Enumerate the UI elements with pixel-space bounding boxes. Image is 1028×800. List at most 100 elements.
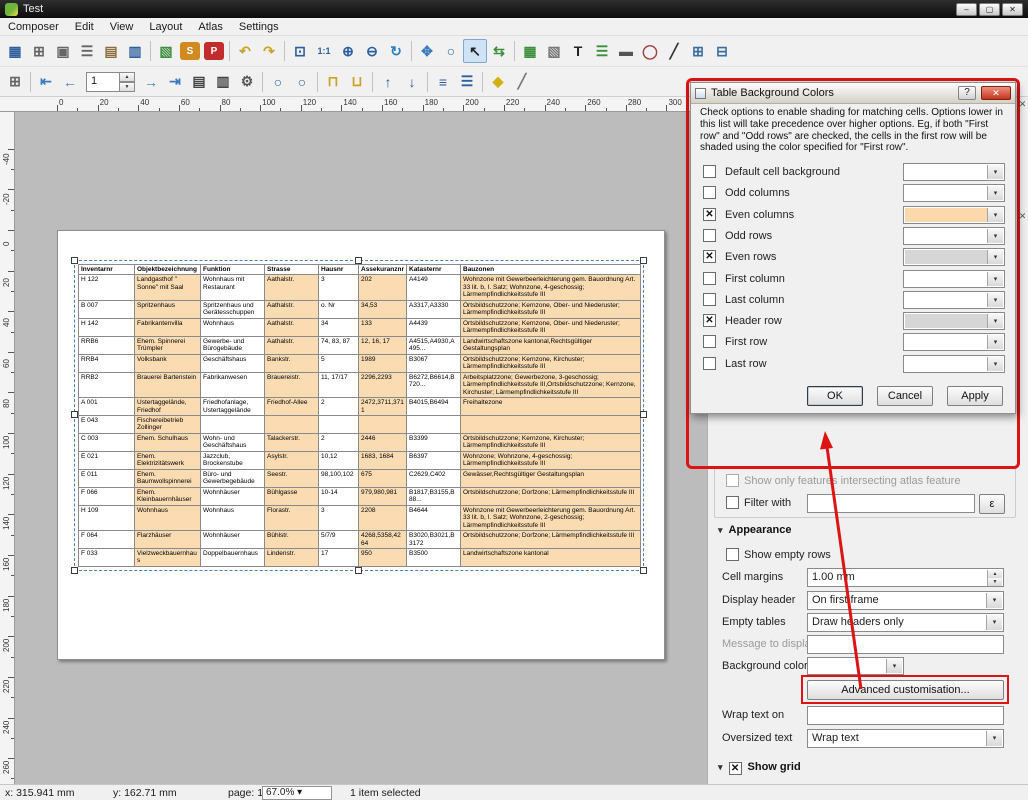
- distribute-items-icon[interactable]: ☰: [455, 70, 479, 94]
- undo-icon[interactable]: ↶: [233, 39, 257, 63]
- add-scalebar-icon[interactable]: ▬: [614, 39, 638, 63]
- selection-handle[interactable]: [640, 257, 647, 264]
- background-color-dropdown[interactable]: [807, 657, 904, 675]
- default-cell-background-color-dropdown[interactable]: [903, 163, 1005, 181]
- last-row-color-dropdown[interactable]: [903, 355, 1005, 373]
- last-column-color-dropdown[interactable]: [903, 291, 1005, 309]
- cell-margins-spinbox[interactable]: 1.00 mm: [807, 568, 1004, 587]
- appearance-section-header[interactable]: Appearance: [718, 524, 792, 536]
- last-column-checkbox[interactable]: [703, 293, 716, 306]
- attribute-table-item[interactable]: InventarnrObjektbezeichnungFunktionStras…: [78, 264, 640, 567]
- odd-columns-checkbox[interactable]: [703, 186, 716, 199]
- first-row-checkbox[interactable]: [703, 335, 716, 348]
- unlock-all-items-icon[interactable]: ⊔: [345, 70, 369, 94]
- menu-settings[interactable]: Settings: [231, 20, 287, 34]
- dropdown-arrow-icon[interactable]: [987, 208, 1003, 222]
- header-row-checkbox[interactable]: [703, 314, 716, 327]
- selection-handle[interactable]: [355, 257, 362, 264]
- composition-page[interactable]: InventarnrObjektbezeichnungFunktionStras…: [57, 230, 665, 660]
- ok-button[interactable]: OK: [807, 386, 863, 406]
- dropdown-arrow-icon[interactable]: [987, 314, 1003, 328]
- menu-atlas[interactable]: Atlas: [190, 20, 230, 34]
- selection-handle[interactable]: [640, 411, 647, 418]
- dialog-help-button[interactable]: ?: [958, 86, 976, 100]
- set-pages-icon[interactable]: ⊞: [3, 70, 27, 94]
- even-rows-color-dropdown[interactable]: [903, 248, 1005, 266]
- add-html-frame-icon[interactable]: ⊟: [710, 39, 734, 63]
- spin-buttons[interactable]: [987, 570, 1002, 585]
- raise-selected-items-icon[interactable]: ↑: [376, 70, 400, 94]
- zoom-previous-icon[interactable]: ○: [266, 70, 290, 94]
- dropdown-arrow-icon[interactable]: [987, 186, 1003, 200]
- export-as-image-icon[interactable]: ▧: [154, 39, 178, 63]
- oversized-text-dropdown[interactable]: Wrap text: [807, 729, 1004, 748]
- export-atlas-as-image-icon[interactable]: ▥: [211, 70, 235, 94]
- duplicate-composition-icon[interactable]: ▣: [51, 39, 75, 63]
- show-guides-icon[interactable]: ╱: [510, 70, 534, 94]
- zoom-out-icon[interactable]: ⊖: [360, 39, 384, 63]
- show-grid-section-header[interactable]: Show grid: [718, 760, 801, 773]
- odd-columns-color-dropdown[interactable]: [903, 184, 1005, 202]
- message-to-display-input[interactable]: [807, 635, 1004, 654]
- dropdown-arrow-icon[interactable]: [987, 165, 1003, 179]
- atlas-last-feature-icon[interactable]: ⇥: [163, 70, 187, 94]
- menu-composer[interactable]: Composer: [0, 20, 67, 34]
- atlas-previous-feature-icon[interactable]: ←: [58, 70, 82, 94]
- show-only-intersecting-check-box[interactable]: [726, 474, 739, 487]
- atlas-next-feature-icon[interactable]: →: [139, 70, 163, 94]
- composer-canvas[interactable]: InventarnrObjektbezeichnungFunktionStras…: [15, 112, 707, 784]
- dropdown-arrow-icon[interactable]: [987, 250, 1003, 264]
- selection-handle[interactable]: [71, 411, 78, 418]
- add-label-icon[interactable]: T: [566, 39, 590, 63]
- spin-down-icon[interactable]: [120, 82, 135, 92]
- close-button[interactable]: ✕: [1002, 3, 1023, 16]
- add-new-map-icon[interactable]: ▦: [518, 39, 542, 63]
- selection-handle[interactable]: [71, 257, 78, 264]
- display-header-dropdown[interactable]: On first frame: [807, 591, 1004, 610]
- minimize-button[interactable]: –: [956, 3, 977, 16]
- atlas-page-value[interactable]: 1: [86, 72, 120, 92]
- dock-close-icon[interactable]: [1017, 99, 1028, 110]
- add-arrow-icon[interactable]: ╱: [662, 39, 686, 63]
- save-as-template-icon[interactable]: ▥: [123, 39, 147, 63]
- dropdown-arrow-icon[interactable]: [986, 615, 1002, 630]
- spin-up-icon[interactable]: [120, 72, 135, 82]
- atlas-page-spinner[interactable]: 1: [86, 72, 135, 92]
- filter-with-input[interactable]: [807, 494, 975, 513]
- spin-up-icon[interactable]: [987, 570, 1002, 578]
- menu-edit[interactable]: Edit: [67, 20, 102, 34]
- cancel-button[interactable]: Cancel: [877, 386, 933, 406]
- dropdown-arrow-icon[interactable]: [986, 593, 1002, 608]
- add-shape-icon[interactable]: ◯: [638, 39, 662, 63]
- spin-down-icon[interactable]: [987, 578, 1002, 586]
- zoom-next-icon[interactable]: ○: [290, 70, 314, 94]
- zoom-full-icon[interactable]: ⊡: [288, 39, 312, 63]
- even-columns-checkbox[interactable]: [703, 208, 716, 221]
- advanced-customisation-button[interactable]: Advanced customisation...: [807, 680, 1004, 700]
- first-column-checkbox[interactable]: [703, 272, 716, 285]
- add-legend-icon[interactable]: ☰: [590, 39, 614, 63]
- maximize-button[interactable]: ▢: [979, 3, 1000, 16]
- dropdown-arrow-icon[interactable]: [987, 272, 1003, 286]
- dropdown-arrow-icon[interactable]: [987, 335, 1003, 349]
- show-grid-checkbox[interactable]: [729, 762, 742, 775]
- zoom-region-icon[interactable]: ○: [439, 39, 463, 63]
- last-row-checkbox[interactable]: [703, 357, 716, 370]
- dock-close-icon[interactable]: [1017, 211, 1028, 222]
- spinner-buttons[interactable]: [120, 72, 135, 92]
- composition-manager-icon[interactable]: ☰: [75, 39, 99, 63]
- dropdown-arrow-icon[interactable]: [987, 357, 1003, 371]
- align-selected-items-icon[interactable]: ≡: [431, 70, 455, 94]
- even-columns-color-dropdown[interactable]: [903, 206, 1005, 224]
- new-composition-icon[interactable]: ⊞: [27, 39, 51, 63]
- lock-selected-items-icon[interactable]: ⊓: [321, 70, 345, 94]
- pan-icon[interactable]: ✥: [415, 39, 439, 63]
- add-image-icon[interactable]: ▧: [542, 39, 566, 63]
- refresh-view-icon[interactable]: ↻: [384, 39, 408, 63]
- load-from-template-icon[interactable]: ▤: [99, 39, 123, 63]
- odd-rows-color-dropdown[interactable]: [903, 227, 1005, 245]
- default-cell-background-checkbox[interactable]: [703, 165, 716, 178]
- select-move-item-icon[interactable]: ↖: [463, 39, 487, 63]
- expression-builder-button[interactable]: ε: [979, 494, 1005, 514]
- odd-rows-checkbox[interactable]: [703, 229, 716, 242]
